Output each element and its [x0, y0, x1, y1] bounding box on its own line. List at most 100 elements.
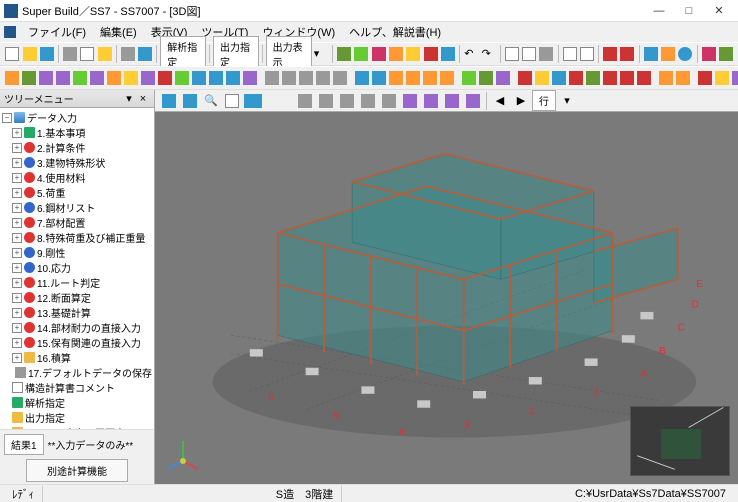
t2-icon-1[interactable]	[4, 68, 20, 88]
t2-icon-28[interactable]	[495, 68, 511, 88]
vp-nav-left-icon[interactable]: ◀	[490, 91, 510, 111]
t2-icon-17[interactable]	[281, 68, 297, 88]
tree-item[interactable]: +9.剛性	[2, 245, 152, 260]
vp-icon-4[interactable]	[243, 91, 263, 111]
menu-file[interactable]: ファイル(F)	[22, 22, 92, 42]
tree-item[interactable]: +10.応力	[2, 260, 152, 275]
t2-icon-41[interactable]	[731, 68, 738, 88]
copy-icon[interactable]	[79, 44, 95, 64]
vp-icon-6[interactable]	[316, 91, 336, 111]
t2-icon-26[interactable]	[439, 68, 455, 88]
vp-icon-8[interactable]	[358, 91, 378, 111]
tb-icon-p[interactable]	[718, 44, 734, 64]
t2-icon-20[interactable]	[332, 68, 348, 88]
tree-item[interactable]: 解析指定	[2, 395, 152, 410]
t2-icon-36[interactable]	[636, 68, 652, 88]
tree-view[interactable]: − データ入力 +1.基本事項 +2.計算条件 +3.建物特殊形状 +4.使用材…	[0, 108, 154, 429]
vp-icon-11[interactable]	[421, 91, 441, 111]
t2-icon-2[interactable]	[21, 68, 37, 88]
t2-icon-35[interactable]	[619, 68, 635, 88]
close-button[interactable]: ✕	[704, 1, 734, 21]
t2-icon-19[interactable]	[315, 68, 331, 88]
preview-icon[interactable]	[137, 44, 153, 64]
minimap[interactable]	[630, 406, 730, 476]
menu-help[interactable]: ヘルプ、解説書(H)	[343, 22, 447, 42]
tb-icon-e[interactable]	[405, 44, 421, 64]
tb-icon-k[interactable]	[561, 44, 577, 64]
vp-icon-2[interactable]	[180, 91, 200, 111]
viewport-3d[interactable]: 🔍 ◀ ▶ 行 ▾	[155, 90, 738, 484]
viewport-canvas[interactable]: 65 43 21 AB CD E	[155, 112, 738, 484]
expand-icon[interactable]: +	[12, 143, 22, 153]
t2-icon-7[interactable]	[106, 68, 122, 88]
t2-icon-13[interactable]	[208, 68, 224, 88]
t2-icon-32[interactable]	[568, 68, 584, 88]
vp-nav-right-icon[interactable]: ▶	[511, 91, 531, 111]
t2-icon-38[interactable]	[675, 68, 691, 88]
expand-icon[interactable]: +	[12, 278, 22, 288]
t2-icon-22[interactable]	[371, 68, 387, 88]
expand-icon[interactable]: +	[12, 293, 22, 303]
help-icon[interactable]	[677, 44, 693, 64]
t2-icon-37[interactable]	[658, 68, 674, 88]
t2-icon-34[interactable]	[602, 68, 618, 88]
t2-icon-8[interactable]	[123, 68, 139, 88]
tb-icon-c[interactable]	[370, 44, 386, 64]
expand-icon[interactable]: +	[12, 248, 22, 258]
vp-dropdown-icon[interactable]: ▾	[557, 91, 577, 111]
tree-item[interactable]: 出力指定	[2, 410, 152, 425]
t2-icon-27[interactable]	[478, 68, 494, 88]
collapse-icon[interactable]: −	[2, 113, 12, 123]
vp-icon-12[interactable]	[442, 91, 462, 111]
tb-dropdown-icon[interactable]: ▾	[313, 44, 329, 64]
t2-icon-14[interactable]	[225, 68, 241, 88]
cut-icon[interactable]	[62, 44, 78, 64]
expand-icon[interactable]: +	[12, 263, 22, 273]
menu-edit[interactable]: 編集(E)	[94, 22, 143, 42]
minimize-button[interactable]: —	[644, 1, 674, 21]
t2-icon-23[interactable]	[388, 68, 404, 88]
t2-icon-6[interactable]	[89, 68, 105, 88]
vp-icon-3[interactable]	[222, 91, 242, 111]
tree-item[interactable]: +15.保有関連の直接入力	[2, 335, 152, 350]
redo-icon[interactable]: ↷	[480, 44, 496, 64]
tree-item[interactable]: +12.断面算定	[2, 290, 152, 305]
t2-icon-3[interactable]	[38, 68, 54, 88]
t2-icon-11[interactable]	[174, 68, 190, 88]
undo-icon[interactable]: ↶	[463, 44, 479, 64]
tb-icon-m[interactable]	[642, 44, 658, 64]
tb-icon-l[interactable]	[579, 44, 595, 64]
tb-icon-g[interactable]	[440, 44, 456, 64]
t2-icon-40[interactable]	[714, 68, 730, 88]
t2-icon-18[interactable]	[298, 68, 314, 88]
new-icon[interactable]	[4, 44, 20, 64]
extra-calc-button[interactable]: 別途計算機能	[26, 459, 128, 482]
sidebar-close-icon[interactable]: ×	[136, 92, 150, 106]
tree-item[interactable]: +13.基礎計算	[2, 305, 152, 320]
vp-icon-9[interactable]	[379, 91, 399, 111]
tb-icon-n[interactable]	[660, 44, 676, 64]
tree-item[interactable]: 構造計算書コメント	[2, 380, 152, 395]
tree-item[interactable]: +11.ルート判定	[2, 275, 152, 290]
tb-icon-d[interactable]	[388, 44, 404, 64]
maximize-button[interactable]: □	[674, 1, 704, 21]
tree-item[interactable]: +14.部材耐力の直接入力	[2, 320, 152, 335]
tree-item[interactable]: +16.積算	[2, 350, 152, 365]
t2-icon-24[interactable]	[405, 68, 421, 88]
vp-icon-7[interactable]	[337, 91, 357, 111]
tb-icon-f[interactable]	[423, 44, 439, 64]
t2-icon-10[interactable]	[157, 68, 173, 88]
vp-icon-1[interactable]	[159, 91, 179, 111]
t2-icon-5[interactable]	[72, 68, 88, 88]
t2-icon-12[interactable]	[191, 68, 207, 88]
t2-flag-icon[interactable]	[461, 68, 477, 88]
tree-item[interactable]: +2.計算条件	[2, 140, 152, 155]
t2-icon-9[interactable]	[140, 68, 156, 88]
open-icon[interactable]	[21, 44, 37, 64]
tb-icon-i[interactable]	[521, 44, 537, 64]
grid2-icon[interactable]	[619, 44, 635, 64]
vp-run-label[interactable]: 行	[532, 90, 556, 111]
tree-item[interactable]: +1.基本事項	[2, 125, 152, 140]
tree-item[interactable]: +3.建物特殊形状	[2, 155, 152, 170]
expand-icon[interactable]: +	[12, 353, 22, 363]
